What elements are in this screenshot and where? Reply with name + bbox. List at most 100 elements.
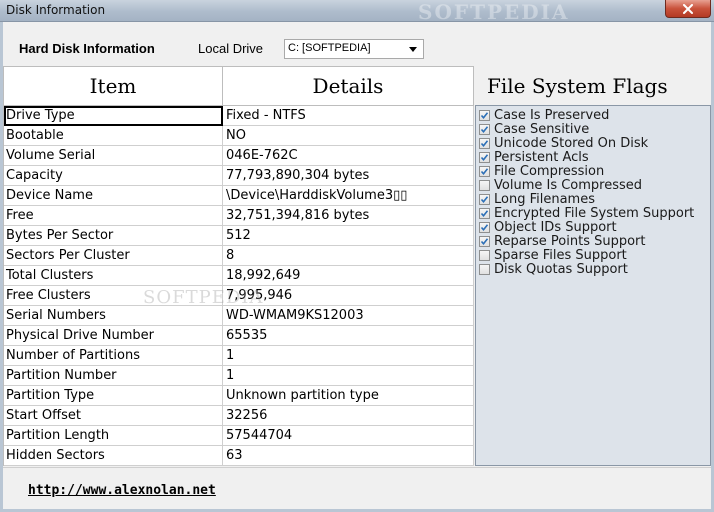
flag-label: Unicode Stored On Disk xyxy=(494,135,649,151)
flag-item[interactable]: Case Sensitive xyxy=(479,122,589,137)
column-header-item[interactable]: Item xyxy=(4,67,223,106)
cell-details[interactable]: 1 xyxy=(223,366,474,386)
checkbox-checked[interactable] xyxy=(479,165,490,177)
table-row[interactable]: Total Clusters 18,992,649 xyxy=(4,266,474,286)
cell-item[interactable]: Bootable xyxy=(4,126,223,146)
cell-item[interactable]: Physical Drive Number xyxy=(4,326,223,346)
cell-item[interactable]: Partition Length xyxy=(4,426,223,446)
checkbox-checked[interactable] xyxy=(479,109,490,121)
cell-item[interactable]: Drive Type xyxy=(4,106,223,126)
cell-details[interactable]: 046E-762C xyxy=(223,146,474,166)
checkmark-icon xyxy=(480,223,489,231)
table-row[interactable]: Hidden Sectors 63 xyxy=(4,446,474,466)
table-row[interactable]: Partition Number 1 xyxy=(4,366,474,386)
flag-item[interactable]: Persistent Acls xyxy=(479,149,589,165)
cell-item[interactable]: Device Name xyxy=(4,186,223,206)
cell-details[interactable]: NO xyxy=(223,126,474,146)
flag-label: Encrypted File System Support xyxy=(494,205,695,221)
table-row[interactable]: Free 32,751,394,816 bytes xyxy=(4,206,474,226)
checkmark-icon xyxy=(480,153,489,161)
cell-details[interactable]: 77,793,890,304 bytes xyxy=(223,166,474,186)
checkmark-icon xyxy=(480,139,489,147)
cell-details[interactable]: \Device\HarddiskVolume3▯▯ xyxy=(223,186,474,206)
flag-label: Volume Is Compressed xyxy=(494,177,643,193)
cell-details[interactable]: 7,995,946 xyxy=(223,286,474,306)
cell-item[interactable]: Capacity xyxy=(4,166,223,186)
table-row[interactable]: Bootable NO xyxy=(4,126,474,146)
cell-details[interactable]: 63 xyxy=(223,446,474,466)
checkbox-checked[interactable] xyxy=(479,151,490,163)
table-row[interactable]: Number of Partitions 1 xyxy=(4,346,474,366)
checkbox-checked[interactable] xyxy=(479,221,490,233)
drive-select[interactable]: C: [SOFTPEDIA] xyxy=(284,39,424,59)
table-row[interactable]: Start Offset 32256 xyxy=(4,406,474,426)
cell-details[interactable]: Unknown partition type xyxy=(223,386,474,406)
checkbox-checked[interactable] xyxy=(479,137,490,149)
flag-item[interactable]: Case Is Preserved xyxy=(479,108,609,123)
checkbox-checked[interactable] xyxy=(479,235,490,247)
cell-item[interactable]: Sectors Per Cluster xyxy=(4,246,223,266)
flag-item[interactable]: Encrypted File System Support xyxy=(479,205,695,221)
flag-item[interactable]: Long Filenames xyxy=(479,191,595,207)
cell-item[interactable]: Free Clusters xyxy=(4,286,223,306)
cell-details[interactable]: 32,751,394,816 bytes xyxy=(223,206,474,226)
flag-label: Long Filenames xyxy=(494,191,595,207)
close-button[interactable] xyxy=(665,0,711,18)
cell-details[interactable]: Fixed - NTFS xyxy=(223,106,474,126)
flags-list[interactable]: Case Is Preserved Case Sensitive Unicode S… xyxy=(475,105,711,466)
checkbox-checked[interactable] xyxy=(479,123,490,135)
checkbox-checked[interactable] xyxy=(479,193,490,205)
table-row[interactable]: Partition Length 57544704 xyxy=(4,426,474,446)
flag-label: Persistent Acls xyxy=(494,149,589,165)
checkbox-checked[interactable] xyxy=(479,207,490,219)
cell-details[interactable]: 8 xyxy=(223,246,474,266)
flags-title: File System Flags xyxy=(487,73,668,98)
checkmark-icon xyxy=(480,111,489,119)
cell-details[interactable]: 512 xyxy=(223,226,474,246)
cell-details[interactable]: 32256 xyxy=(223,406,474,426)
flag-item[interactable]: Unicode Stored On Disk xyxy=(479,135,649,151)
cell-details[interactable]: 57544704 xyxy=(223,426,474,446)
table-row[interactable]: Drive Type Fixed - NTFS xyxy=(4,106,474,126)
flag-label: Disk Quotas Support xyxy=(494,261,628,277)
table-row[interactable]: Capacity 77,793,890,304 bytes xyxy=(4,166,474,186)
checkmark-icon xyxy=(480,167,489,175)
cell-item[interactable]: Start Offset xyxy=(4,406,223,426)
cell-details[interactable]: WD-WMAM9KS12003 xyxy=(223,306,474,326)
flag-item[interactable]: Disk Quotas Support xyxy=(479,261,628,277)
column-header-details[interactable]: Details xyxy=(223,67,474,106)
cell-item[interactable]: Bytes Per Sector xyxy=(4,226,223,246)
checkbox-unchecked[interactable] xyxy=(479,179,490,191)
cell-details[interactable]: 18,992,649 xyxy=(223,266,474,286)
flag-item[interactable]: Object IDs Support xyxy=(479,220,617,235)
cell-item[interactable]: Total Clusters xyxy=(4,266,223,286)
table-row[interactable]: Device Name \Device\HarddiskVolume3▯▯ xyxy=(4,186,474,206)
table-row[interactable]: Free Clusters 7,995,946 xyxy=(4,286,474,306)
flag-item[interactable]: Volume Is Compressed xyxy=(479,177,643,193)
flag-item[interactable]: Reparse Points Support xyxy=(479,234,646,249)
cell-details[interactable]: 1 xyxy=(223,346,474,366)
cell-item[interactable]: Partition Type xyxy=(4,386,223,406)
table-row[interactable]: Physical Drive Number 65535 xyxy=(4,326,474,346)
table-row[interactable]: Sectors Per Cluster 8 xyxy=(4,246,474,266)
table-row[interactable]: Partition Type Unknown partition type xyxy=(4,386,474,406)
cell-item[interactable]: Partition Number xyxy=(4,366,223,386)
flag-item[interactable]: Sparse Files Support xyxy=(479,247,627,263)
cell-item[interactable]: Serial Numbers xyxy=(4,306,223,326)
checkbox-unchecked[interactable] xyxy=(479,249,490,261)
cell-details[interactable]: 65535 xyxy=(223,326,474,346)
cell-item[interactable]: Free xyxy=(4,206,223,226)
flag-label: Sparse Files Support xyxy=(494,247,627,263)
chevron-down-icon[interactable] xyxy=(406,41,420,57)
website-link[interactable]: http://www.alexnolan.net xyxy=(28,483,216,498)
flag-item[interactable]: File Compression xyxy=(479,164,604,179)
info-grid[interactable]: Item Details Drive Type Fixed - NTFS Boota… xyxy=(3,66,474,466)
checkbox-unchecked[interactable] xyxy=(479,263,490,275)
title-bar: Disk Information SOFTPEDIA xyxy=(0,0,714,24)
cell-item[interactable]: Hidden Sectors xyxy=(4,446,223,466)
table-row[interactable]: Serial Numbers WD-WMAM9KS12003 xyxy=(4,306,474,326)
table-row[interactable]: Bytes Per Sector 512 xyxy=(4,226,474,246)
cell-item[interactable]: Number of Partitions xyxy=(4,346,223,366)
cell-item[interactable]: Volume Serial xyxy=(4,146,223,166)
table-row[interactable]: Volume Serial 046E-762C xyxy=(4,146,474,166)
